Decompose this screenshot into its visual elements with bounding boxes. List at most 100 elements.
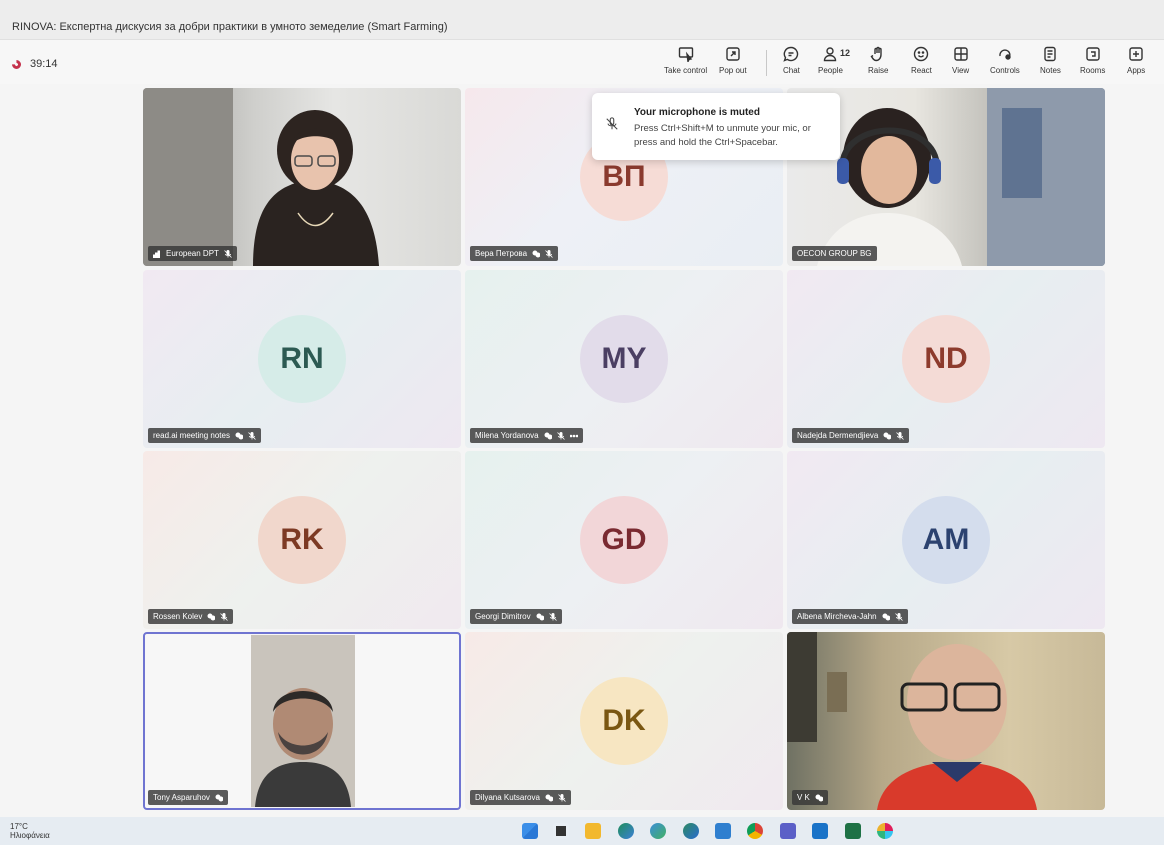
chrome-icon[interactable] bbox=[747, 823, 763, 839]
mic-muted-icon bbox=[220, 612, 229, 621]
mic-muted-icon bbox=[896, 431, 905, 440]
participant-name-tag: European DPT bbox=[148, 246, 237, 261]
more-options-icon[interactable] bbox=[569, 432, 578, 440]
participant-name-tag: read.ai meeting notes bbox=[148, 428, 261, 443]
slack-icon[interactable] bbox=[877, 823, 893, 839]
react-button[interactable]: React bbox=[911, 46, 932, 82]
hand-raised-icon bbox=[545, 794, 553, 801]
people-button[interactable]: 12 People bbox=[818, 46, 850, 82]
window-title: RINOVA: Експертна дискусия за добри прак… bbox=[12, 21, 448, 33]
raise-hand-button[interactable]: Raise bbox=[868, 46, 888, 82]
mic-muted-icon bbox=[548, 612, 557, 621]
participant-tile-active-speaker[interactable]: Tony Asparuhov bbox=[143, 632, 461, 810]
signal-icon bbox=[153, 250, 160, 258]
meeting-timer: 39:14 bbox=[30, 58, 58, 70]
participant-name-tag: Milena Yordanova bbox=[470, 428, 583, 443]
participant-video bbox=[251, 635, 355, 807]
edge-icon[interactable] bbox=[618, 823, 634, 839]
participant-avatar: AM bbox=[902, 496, 990, 584]
hand-raised-icon bbox=[536, 613, 544, 620]
edge-beta-icon[interactable] bbox=[650, 823, 666, 839]
participant-grid: European DPT ВП Вера Петрова OECON GROUP… bbox=[143, 88, 1105, 810]
mic-muted-icon bbox=[558, 793, 566, 802]
participant-name-tag: Dilyana Kutsarova bbox=[470, 790, 571, 805]
notes-icon bbox=[1044, 46, 1057, 62]
windows-start-icon[interactable] bbox=[522, 823, 538, 839]
participant-name-tag: V K bbox=[792, 790, 828, 805]
controls-button[interactable]: Controls bbox=[990, 46, 1020, 82]
rooms-icon bbox=[1085, 47, 1100, 61]
hand-raised-icon bbox=[207, 613, 216, 620]
store-icon[interactable] bbox=[715, 823, 731, 839]
mic-muted-icon bbox=[556, 431, 565, 440]
weather-condition: Ηλιοφάνεια bbox=[10, 831, 50, 840]
participant-name-tag: Вера Петрова bbox=[470, 246, 559, 261]
participant-tile[interactable]: ND Nadejda Dermendjieva bbox=[787, 270, 1105, 448]
pop-out-button[interactable]: Pop out bbox=[719, 46, 747, 82]
task-view-icon[interactable] bbox=[553, 823, 569, 839]
participant-avatar: ND bbox=[902, 315, 990, 403]
grid-view-icon bbox=[953, 47, 968, 61]
chat-icon bbox=[783, 46, 799, 62]
toolbar-divider bbox=[766, 50, 767, 76]
participant-video bbox=[143, 88, 379, 266]
participant-name-tag: Albena Mircheva-Jahn bbox=[792, 609, 908, 624]
hand-icon bbox=[870, 46, 882, 62]
participant-tile[interactable]: European DPT bbox=[143, 88, 461, 266]
participant-tile[interactable]: DK Dilyana Kutsarova bbox=[465, 632, 783, 810]
participant-name-tag: OECON GROUP BG bbox=[792, 246, 877, 261]
participant-tile[interactable]: RN read.ai meeting notes bbox=[143, 270, 461, 448]
hand-raised-icon bbox=[815, 794, 823, 801]
apps-plus-icon bbox=[1129, 47, 1143, 61]
rooms-button[interactable]: Rooms bbox=[1080, 46, 1105, 82]
hand-raised-icon bbox=[235, 432, 243, 439]
mic-muted-icon bbox=[545, 249, 553, 258]
controls-icon bbox=[999, 49, 1011, 60]
participant-name-tag: Nadejda Dermendjieva bbox=[792, 428, 910, 443]
notes-button[interactable]: Notes bbox=[1040, 46, 1061, 82]
window-titlebar: RINOVA: Експертна дискусия за добри прак… bbox=[0, 0, 1164, 40]
participant-avatar: DK bbox=[580, 677, 668, 765]
mic-muted-icon bbox=[606, 117, 618, 130]
mic-muted-icon bbox=[248, 431, 256, 440]
outlook-icon[interactable] bbox=[812, 823, 828, 839]
smiley-icon bbox=[914, 46, 929, 62]
pop-out-icon bbox=[726, 47, 740, 61]
participant-name-tag: Tony Asparuhov bbox=[148, 790, 228, 805]
notification-title: Your microphone is muted bbox=[634, 107, 760, 118]
chat-button[interactable]: Chat bbox=[783, 46, 800, 82]
view-button[interactable]: View bbox=[952, 46, 969, 82]
participant-avatar: RK bbox=[258, 496, 346, 584]
meeting-toolbar: 39:14 Take control Pop out Chat 12 Peopl… bbox=[0, 40, 1164, 84]
people-count: 12 bbox=[840, 48, 851, 58]
hand-raised-icon bbox=[215, 794, 223, 801]
participant-tile[interactable]: V K bbox=[787, 632, 1105, 810]
excel-icon[interactable] bbox=[845, 823, 861, 839]
mic-muted-notification: Your microphone is muted Press Ctrl+Shif… bbox=[592, 93, 840, 160]
mic-muted-icon bbox=[894, 612, 903, 621]
apps-button[interactable]: Apps bbox=[1127, 46, 1145, 82]
hand-raised-icon bbox=[532, 250, 541, 257]
file-explorer-icon[interactable] bbox=[585, 823, 601, 839]
recording-indicator: 39:14 bbox=[10, 57, 58, 71]
participant-tile[interactable]: GD Georgi Dimitrov bbox=[465, 451, 783, 629]
hand-raised-icon bbox=[882, 613, 890, 620]
os-taskbar: 17°C Ηλιοφάνεια bbox=[0, 817, 1164, 845]
participant-tile[interactable]: AM Albena Mircheva-Jahn bbox=[787, 451, 1105, 629]
hand-raised-icon bbox=[883, 432, 892, 439]
participant-tile[interactable]: RK Rossen Kolev bbox=[143, 451, 461, 629]
participant-tile[interactable]: MY Milena Yordanova bbox=[465, 270, 783, 448]
take-control-button[interactable]: Take control bbox=[664, 46, 707, 82]
mic-muted-icon bbox=[224, 249, 232, 258]
participant-avatar: MY bbox=[580, 315, 668, 403]
notification-body: Press Ctrl+Shift+M to unmute your mic, o… bbox=[634, 123, 811, 148]
people-icon bbox=[824, 47, 837, 62]
recording-icon bbox=[10, 57, 23, 71]
edge-dev-icon[interactable] bbox=[683, 823, 699, 839]
participant-name-tag: Rossen Kolev bbox=[148, 609, 234, 624]
take-control-icon bbox=[678, 47, 693, 62]
participant-avatar: RN bbox=[258, 315, 346, 403]
participant-video bbox=[787, 632, 1037, 810]
teams-icon[interactable] bbox=[780, 823, 796, 839]
weather-widget[interactable]: 17°C Ηλιοφάνεια bbox=[10, 822, 50, 840]
